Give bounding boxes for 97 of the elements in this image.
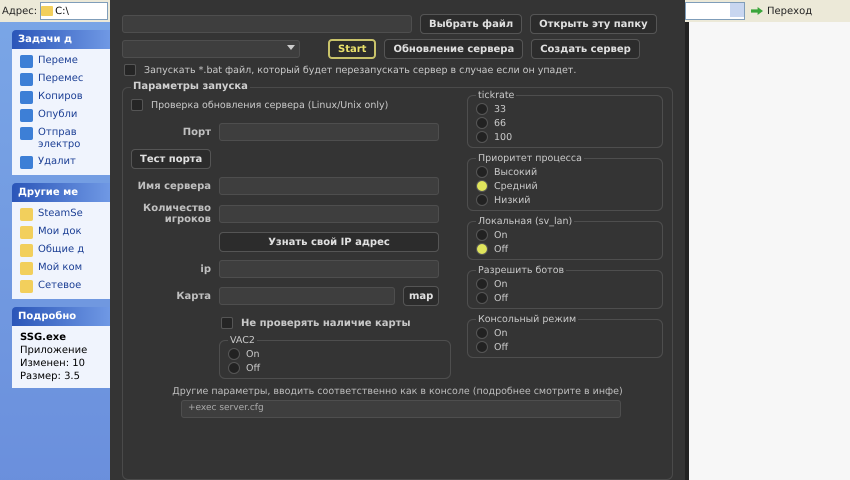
field-label: ip: [199, 264, 211, 274]
panel-header[interactable]: Подробно: [12, 307, 110, 326]
task-link[interactable]: Общие д: [38, 244, 84, 256]
group-title: VAC2: [228, 335, 257, 346]
task-link[interactable]: Перемес: [38, 73, 84, 85]
task-icon: [20, 73, 33, 86]
radio-button[interactable]: [476, 180, 488, 192]
group-title: Разрешить ботов: [476, 265, 566, 276]
group-title: Приоритет процесса: [476, 153, 584, 164]
file-detail: Размер: 3.5: [20, 371, 81, 382]
field-label: Имя сервера: [136, 180, 211, 192]
file-detail: Приложение: [20, 345, 88, 356]
radio-label: Off: [494, 292, 508, 304]
map-button[interactable]: map: [403, 286, 440, 306]
radio-label: 33: [494, 104, 506, 114]
radio-button[interactable]: [476, 117, 488, 129]
app-button[interactable]: Открыть эту папку: [530, 14, 657, 34]
ip-lookup-button[interactable]: Узнать свой IP адрес: [219, 232, 439, 252]
radio-label: On: [246, 348, 260, 360]
other-params-label: Другие параметры, вводить соответственно как в консоле (подробнее смотрите в инфе): [172, 386, 623, 397]
app-button[interactable]: Start: [328, 39, 376, 59]
radio-button[interactable]: [228, 362, 240, 374]
address-field[interactable]: C:\: [40, 2, 108, 20]
checkbox[interactable]: [221, 317, 233, 329]
field-label: Порт: [182, 126, 211, 138]
input-field[interactable]: [219, 123, 439, 141]
radio-button[interactable]: [476, 278, 488, 290]
checkbox[interactable]: [124, 64, 136, 76]
radio-button[interactable]: [228, 348, 240, 360]
radio-button[interactable]: [476, 131, 488, 143]
input-field[interactable]: [219, 260, 439, 278]
field-label: Количество игроков: [142, 203, 211, 225]
radio-label: Высокий: [494, 166, 538, 178]
file-path-field[interactable]: [122, 15, 412, 33]
checkbox[interactable]: [131, 99, 143, 111]
other-params-field[interactable]: +exec server.cfg: [181, 400, 621, 418]
file-detail: Изменен: 10: [20, 358, 86, 369]
task-icon: [20, 127, 33, 140]
radio-label: On: [494, 230, 508, 240]
input-field[interactable]: [219, 205, 439, 223]
address-field[interactable]: [685, 2, 745, 20]
app-button[interactable]: Выбрать файл: [420, 14, 522, 34]
task-icon: [20, 262, 33, 275]
address-label: Адрес:: [2, 6, 38, 16]
task-link[interactable]: Переме: [38, 55, 78, 67]
task-icon: [20, 55, 33, 68]
task-link[interactable]: Удалит: [38, 156, 76, 168]
task-icon: [20, 280, 33, 293]
radio-label: 100: [494, 132, 512, 142]
folder-icon: [41, 6, 54, 16]
radio-button[interactable]: [476, 166, 488, 178]
radio-button[interactable]: [476, 229, 488, 241]
group-title: Параметры запуска: [131, 81, 250, 92]
radio-label: Off: [246, 362, 260, 374]
input-field[interactable]: [219, 177, 439, 195]
task-icon: [20, 109, 33, 122]
checkbox-label: Запускать *.bat файл, который будет перезапускать сервер в случае если он упадет.: [144, 64, 576, 76]
panel-header[interactable]: Другие ме: [12, 183, 110, 202]
panel-header[interactable]: Задачи д: [12, 30, 110, 49]
test-port-button[interactable]: Тест порта: [131, 149, 212, 169]
go-button[interactable]: Переход: [749, 6, 814, 16]
radio-label: Низкий: [494, 194, 530, 206]
task-link[interactable]: Мои док: [38, 226, 82, 238]
task-link[interactable]: Мой ком: [38, 262, 82, 274]
radio-button[interactable]: [476, 327, 488, 339]
input-field[interactable]: [219, 287, 395, 305]
app-button[interactable]: Обновление сервера: [384, 39, 524, 59]
task-link[interactable]: Отправ электро: [38, 127, 80, 151]
radio-button[interactable]: [476, 194, 488, 206]
radio-button[interactable]: [476, 243, 488, 255]
field-label: Карта: [175, 290, 211, 302]
server-dropdown[interactable]: [122, 40, 300, 58]
radio-button[interactable]: [476, 341, 488, 353]
task-icon: [20, 208, 33, 221]
group-title: Консольный режим: [476, 314, 578, 325]
file-name: SSG.exe: [20, 332, 67, 343]
app-button[interactable]: Создать сервер: [531, 39, 640, 59]
checkbox-label: Не проверять наличие карты: [241, 318, 411, 328]
checkbox-label: Проверка обновления сервера (Linux/Unix only): [151, 100, 388, 110]
task-link[interactable]: SteamSe: [38, 208, 83, 220]
task-link[interactable]: Опубли: [38, 109, 78, 121]
task-link[interactable]: Сетевое: [38, 280, 82, 292]
task-icon: [20, 244, 33, 257]
radio-label: Off: [494, 244, 508, 254]
group-title: Локальная (sv_lan): [476, 216, 574, 227]
radio-button[interactable]: [476, 103, 488, 115]
group-title: tickrate: [476, 90, 516, 101]
radio-label: On: [494, 278, 508, 290]
radio-label: Средний: [494, 180, 538, 192]
radio-button[interactable]: [476, 292, 488, 304]
task-icon: [20, 156, 33, 169]
radio-label: On: [494, 328, 508, 338]
radio-label: 66: [494, 118, 506, 128]
task-link[interactable]: Копиров: [38, 91, 83, 103]
radio-label: Off: [494, 342, 508, 352]
task-icon: [20, 226, 33, 239]
task-icon: [20, 91, 33, 104]
